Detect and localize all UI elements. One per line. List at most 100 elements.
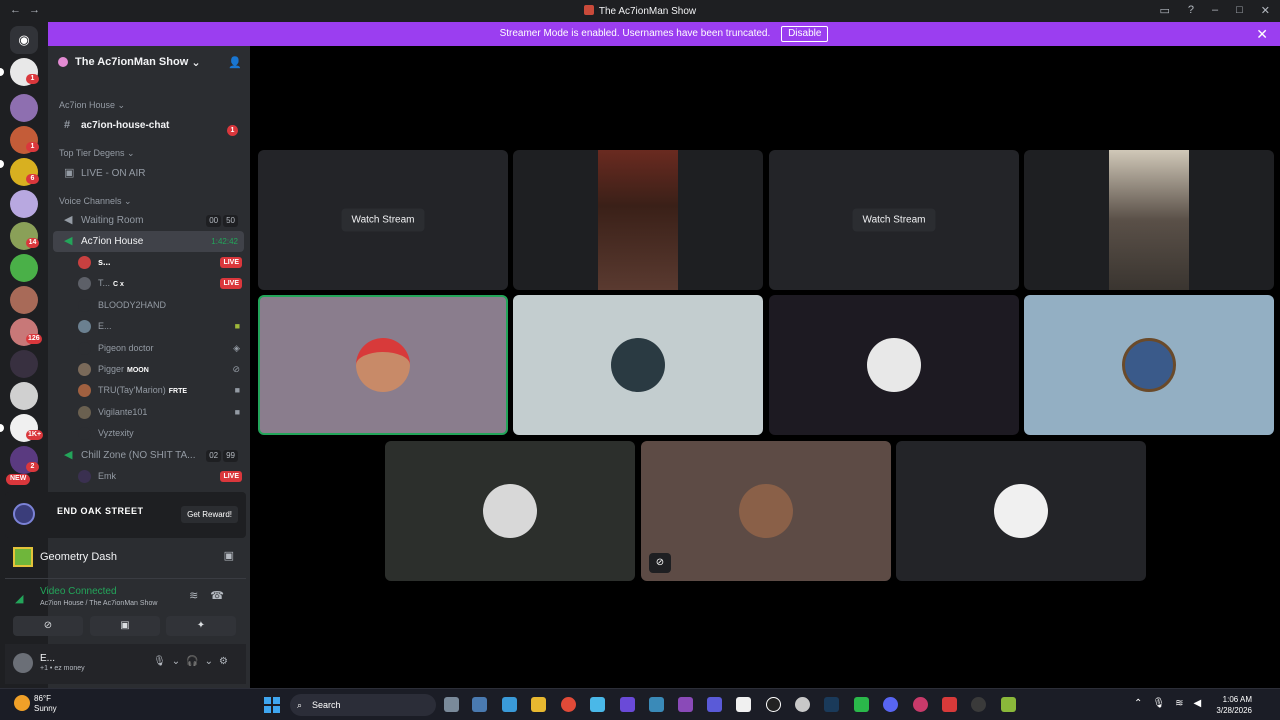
taskbar-clock[interactable]: 1:06 AM 3/28/2026 [1216, 694, 1252, 716]
app-icon[interactable] [707, 697, 722, 712]
window-controls[interactable]: ▭? – □ ✕ [1159, 4, 1270, 17]
weather-widget[interactable]: 86°F Sunny [34, 694, 57, 714]
server-icon[interactable] [10, 382, 38, 410]
voice-channel-chill-zone[interactable]: ◀ Chill Zone (NO SHIT TA... 02 99 [53, 445, 244, 466]
add-friend-icon[interactable]: 👤 [228, 56, 242, 69]
unread-badge: 6 [26, 174, 39, 184]
app-icon[interactable] [942, 697, 957, 712]
speaker-icon: ◀ [64, 448, 73, 461]
game-app-icon[interactable] [620, 697, 635, 712]
server-icon[interactable] [10, 350, 38, 378]
user-tile[interactable] [513, 295, 763, 435]
voice-status: Video Connected [40, 586, 117, 597]
promo-banner[interactable]: END OAK STREET Get Reward! [5, 492, 246, 538]
voice-user[interactable]: T... C x LIVE [48, 273, 250, 294]
voice-user[interactable]: Pigger MOON ⊘ [48, 359, 250, 380]
server-icon[interactable] [10, 254, 38, 282]
store-app-icon[interactable] [502, 697, 517, 712]
settings-app-icon[interactable] [472, 697, 487, 712]
app-icon[interactable] [649, 697, 664, 712]
deafened-icon: ⊘ [232, 363, 240, 374]
chrome-icon[interactable] [561, 697, 576, 712]
stream-tile[interactable]: Watch Stream [258, 150, 508, 290]
server-icon[interactable] [10, 286, 38, 314]
voice-user[interactable]: E... ■ [48, 316, 250, 337]
voice-user[interactable]: Vigilante101 ■ [48, 402, 250, 423]
app-icon[interactable] [913, 697, 928, 712]
app-icon[interactable] [736, 697, 751, 712]
avatar [356, 338, 410, 392]
category-voice-channels[interactable]: Voice Channels ⌄ [48, 192, 250, 210]
user-tile[interactable] [769, 295, 1019, 435]
app-icon[interactable] [795, 697, 810, 712]
server-icon[interactable] [10, 190, 38, 218]
user-tile[interactable] [896, 441, 1146, 581]
user-controls[interactable]: 🎙⌄🎧⌄⚙ [153, 656, 234, 667]
taskbar-search[interactable]: ⌕ Search [290, 694, 436, 716]
avatar[interactable] [13, 653, 33, 673]
geometry-dash-taskbar-icon[interactable] [1001, 697, 1016, 712]
watch-stream-button[interactable]: Watch Stream [852, 208, 936, 232]
discord-taskbar-icon[interactable] [883, 697, 898, 712]
system-tray[interactable]: ⌃🎙≋◀ [1134, 698, 1211, 709]
stream-activity-icon[interactable]: ▣ [224, 549, 234, 562]
start-button[interactable] [264, 697, 280, 713]
camera-icon: ■ [234, 406, 240, 417]
voice-user[interactable]: BLOODY2HAND [48, 295, 250, 316]
app-icon[interactable] [678, 697, 693, 712]
channel-ac7ion-house-chat[interactable]: # ac7ion-house-chat 1 [53, 114, 244, 136]
clan-tag: FRTE [168, 388, 188, 396]
voice-controls[interactable]: ≋☎ [189, 589, 236, 602]
app-icon[interactable] [766, 697, 781, 712]
server-boost-icon [58, 57, 68, 67]
spotify-icon[interactable] [854, 697, 869, 712]
file-explorer-icon[interactable] [531, 697, 546, 712]
muted-icon: ⊘ [649, 553, 671, 573]
user-tile[interactable]: ⊘ [641, 441, 891, 581]
signal-icon[interactable]: ◢ [15, 592, 23, 605]
voice-user[interactable]: TRU(Tay'Marion) FRTE ■ [48, 380, 250, 401]
disable-streamer-button[interactable]: Disable [781, 26, 829, 42]
stream-tile[interactable] [513, 150, 763, 290]
server-header[interactable]: The Ac7ionMan Show ⌄ 👤 [48, 46, 250, 78]
video-feed [598, 150, 678, 290]
server-name: The Ac7ionMan Show [75, 56, 189, 68]
channel-live-on-air[interactable]: ▣ LIVE - ON AIR [53, 162, 244, 184]
lock-icon: ▣ [64, 167, 75, 179]
voice-user[interactable]: Vyztexity [48, 423, 250, 444]
live-badge: LIVE [220, 278, 242, 290]
voice-channel-ac7ion-house[interactable]: ◀ Ac7ion House 1:42:42 [53, 231, 244, 252]
get-reward-button[interactable]: Get Reward! [181, 506, 238, 523]
notepad-icon[interactable] [590, 697, 605, 712]
category-top-tier-degens[interactable]: Top Tier Degens ⌄ [48, 144, 250, 162]
user-tile[interactable] [1024, 295, 1274, 435]
voice-channel-waiting-room[interactable]: ◀ Waiting Room 00 50 [53, 210, 244, 231]
app-icon[interactable] [971, 697, 986, 712]
live-badge: LIVE [220, 470, 242, 482]
user-tile-speaking[interactable] [258, 295, 508, 435]
camera-off-button[interactable]: ⊘ [13, 616, 83, 636]
watch-stream-button[interactable]: Watch Stream [341, 208, 425, 232]
discord-home-icon[interactable]: ◉ [10, 26, 38, 54]
voice-user[interactable]: s... LIVE [48, 252, 250, 273]
share-screen-button[interactable]: ▣ [90, 616, 160, 636]
activity-name: Geometry Dash [40, 551, 118, 563]
voice-user[interactable]: Emk LIVE [48, 466, 250, 487]
voice-location[interactable]: Ac7ion House / The Ac7ionMan Show [40, 600, 157, 607]
voice-user[interactable]: Pigeon doctor ◈ [48, 338, 250, 359]
activities-button[interactable]: ✦ [166, 616, 236, 636]
category-ac7ion-house[interactable]: Ac7ion House ⌄ [48, 96, 250, 114]
username[interactable]: E... [40, 653, 55, 664]
server-icon[interactable] [10, 94, 38, 122]
geometry-dash-icon [13, 547, 33, 567]
user-tile[interactable] [385, 441, 635, 581]
speaker-icon: ◀ [64, 235, 73, 247]
avatar [483, 484, 537, 538]
weather-icon[interactable] [14, 695, 30, 711]
clan-tag: C x [113, 281, 124, 289]
steam-icon[interactable] [824, 697, 839, 712]
close-banner-icon[interactable]: ✕ [1256, 22, 1268, 46]
stream-tile[interactable] [1024, 150, 1274, 290]
task-view-icon[interactable] [444, 697, 459, 712]
stream-tile[interactable]: Watch Stream [769, 150, 1019, 290]
